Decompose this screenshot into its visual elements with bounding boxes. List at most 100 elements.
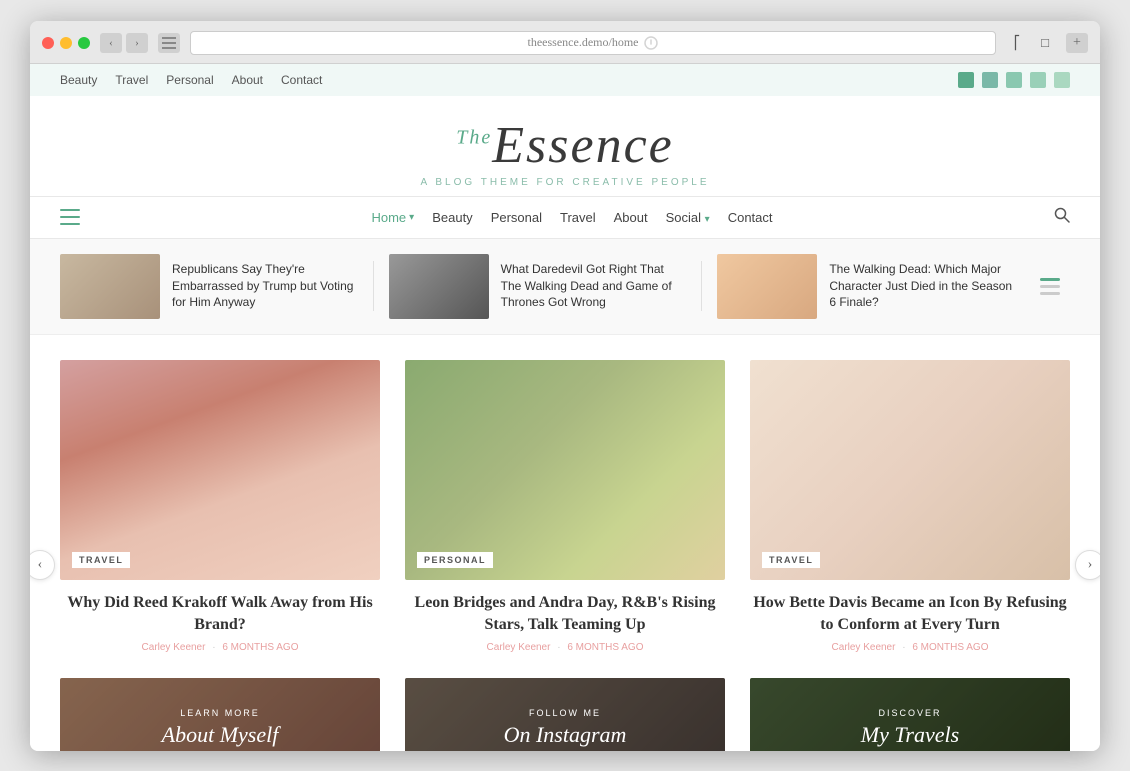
promo-card-3[interactable]: DISCOVER My Travels bbox=[750, 678, 1070, 750]
logo-title: TheEssence bbox=[30, 116, 1100, 175]
article-category-1: TRAVEL bbox=[72, 552, 130, 568]
nav-travel[interactable]: Travel bbox=[560, 210, 596, 225]
minimize-button[interactable] bbox=[60, 37, 72, 49]
nav-about[interactable]: About bbox=[614, 210, 648, 225]
main-nav: Home ▾ Beauty Personal Travel About Soci… bbox=[30, 196, 1100, 239]
back-button[interactable]: ‹ bbox=[100, 33, 122, 53]
browser-actions: ⎡ □ bbox=[1006, 33, 1056, 53]
article-time-3: 6 MONTHS AGO bbox=[912, 642, 988, 653]
address-text: theessence.demo/home bbox=[528, 35, 639, 50]
featured-text-1: Republicans Say They're Embarrassed by T… bbox=[172, 261, 358, 311]
slider-dot[interactable] bbox=[1040, 285, 1060, 288]
article-category-2: PERSONAL bbox=[417, 552, 493, 568]
promo-label-1: LEARN MORE bbox=[180, 708, 260, 718]
promo-card-1[interactable]: LEARN MORE About Myself bbox=[60, 678, 380, 750]
nav-home-label: Home bbox=[371, 210, 406, 225]
sidebar-button[interactable] bbox=[158, 33, 180, 53]
social-icons bbox=[958, 72, 1070, 88]
top-nav-links: Beauty Travel Personal About Contact bbox=[60, 73, 322, 87]
slider-dot-active[interactable] bbox=[1040, 278, 1060, 281]
hamburger-line bbox=[60, 209, 80, 211]
article-card-3[interactable]: TRAVEL How Bette Davis Became an Icon By… bbox=[750, 360, 1070, 654]
nav-personal[interactable]: Personal bbox=[491, 210, 542, 225]
dot-separator: · bbox=[557, 642, 563, 653]
top-nav-contact[interactable]: Contact bbox=[281, 73, 322, 87]
promo-label-3: DISCOVER bbox=[878, 708, 941, 718]
main-nav-left bbox=[60, 209, 90, 225]
article-card-1[interactable]: TRAVEL Why Did Reed Krakoff Walk Away fr… bbox=[60, 360, 380, 654]
article-meta-1: Carley Keener · 6 MONTHS AGO bbox=[60, 642, 380, 653]
featured-item-1[interactable]: Republicans Say They're Embarrassed by T… bbox=[60, 254, 358, 319]
nav-social-label: Social bbox=[666, 210, 701, 225]
twitter-icon[interactable] bbox=[958, 72, 974, 88]
promo-title-3: My Travels bbox=[861, 722, 959, 748]
nav-arrows: ‹ › bbox=[100, 33, 148, 53]
top-nav: Beauty Travel Personal About Contact bbox=[30, 64, 1100, 96]
chevron-down-icon: ▾ bbox=[705, 214, 710, 225]
logo-tagline: A BLOG THEME FOR CREATIVE PEOPLE bbox=[30, 177, 1100, 188]
featured-title-2: What Daredevil Got Right That The Walkin… bbox=[501, 261, 687, 311]
featured-item-3[interactable]: The Walking Dead: Which Major Character … bbox=[717, 254, 1015, 319]
close-button[interactable] bbox=[42, 37, 54, 49]
article-title-1: Why Did Reed Krakoff Walk Away from His … bbox=[60, 592, 380, 637]
slider-dot[interactable] bbox=[1040, 292, 1060, 295]
article-author-2: Carley Keener bbox=[487, 642, 551, 653]
article-card-2[interactable]: PERSONAL Leon Bridges and Andra Day, R&B… bbox=[405, 360, 725, 654]
search-icon[interactable] bbox=[1054, 207, 1070, 228]
logo-the: The bbox=[456, 126, 492, 148]
next-arrow[interactable]: › bbox=[1075, 550, 1100, 580]
promo-title-1: About Myself bbox=[162, 722, 279, 748]
nav-beauty[interactable]: Beauty bbox=[432, 210, 472, 225]
top-nav-travel[interactable]: Travel bbox=[115, 73, 148, 87]
website-content: Beauty Travel Personal About Contact The… bbox=[30, 64, 1100, 751]
promo-grid: LEARN MORE About Myself FOLLOW ME On Ins… bbox=[60, 678, 1070, 750]
featured-text-2: What Daredevil Got Right That The Walkin… bbox=[501, 261, 687, 311]
article-section: ‹ TRAVEL Why Did Reed Krakoff Walk Away … bbox=[30, 335, 1100, 679]
article-title-3: How Bette Davis Became an Icon By Refusi… bbox=[750, 592, 1070, 637]
featured-item-2[interactable]: What Daredevil Got Right That The Walkin… bbox=[389, 254, 687, 319]
article-time-2: 6 MONTHS AGO bbox=[567, 642, 643, 653]
pinterest-icon[interactable] bbox=[1030, 72, 1046, 88]
promo-overlay-2: FOLLOW ME On Instagram bbox=[405, 678, 725, 750]
promo-card-2[interactable]: FOLLOW ME On Instagram bbox=[405, 678, 725, 750]
add-tab-button[interactable]: □ bbox=[1034, 33, 1056, 53]
featured-separator bbox=[701, 261, 702, 311]
maximize-button[interactable] bbox=[78, 37, 90, 49]
rss-icon[interactable] bbox=[1054, 72, 1070, 88]
nav-home[interactable]: Home ▾ bbox=[371, 210, 414, 225]
featured-slider: Republicans Say They're Embarrassed by T… bbox=[30, 239, 1100, 335]
share-button[interactable]: ⎡ bbox=[1006, 33, 1028, 53]
promo-overlay-3: DISCOVER My Travels bbox=[750, 678, 1070, 750]
article-category-3: TRAVEL bbox=[762, 552, 820, 568]
top-nav-personal[interactable]: Personal bbox=[166, 73, 213, 87]
nav-contact[interactable]: Contact bbox=[728, 210, 773, 225]
new-tab-button[interactable]: + bbox=[1066, 33, 1088, 53]
main-nav-links: Home ▾ Beauty Personal Travel About Soci… bbox=[371, 210, 772, 225]
article-img-wrap-3: TRAVEL bbox=[750, 360, 1070, 580]
promo-title-2: On Instagram bbox=[504, 722, 627, 748]
instagram-icon[interactable] bbox=[1006, 72, 1022, 88]
promo-overlay-1: LEARN MORE About Myself bbox=[60, 678, 380, 750]
facebook-icon[interactable] bbox=[982, 72, 998, 88]
prev-arrow[interactable]: ‹ bbox=[30, 550, 55, 580]
logo-area: TheEssence A BLOG THEME FOR CREATIVE PEO… bbox=[30, 96, 1100, 196]
top-nav-beauty[interactable]: Beauty bbox=[60, 73, 97, 87]
top-nav-about[interactable]: About bbox=[232, 73, 263, 87]
browser-window: ‹ › theessence.demo/home ⎡ □ + Beauty Tr… bbox=[30, 21, 1100, 751]
featured-separator bbox=[373, 261, 374, 311]
article-time-1: 6 MONTHS AGO bbox=[222, 642, 298, 653]
browser-chrome: ‹ › theessence.demo/home ⎡ □ + bbox=[30, 21, 1100, 64]
featured-title-3: The Walking Dead: Which Major Character … bbox=[829, 261, 1015, 311]
article-grid: TRAVEL Why Did Reed Krakoff Walk Away fr… bbox=[60, 360, 1070, 654]
featured-img-1 bbox=[60, 254, 160, 319]
hamburger-menu[interactable] bbox=[60, 209, 80, 225]
featured-img-3 bbox=[717, 254, 817, 319]
nav-social[interactable]: Social ▾ bbox=[666, 210, 710, 225]
traffic-lights bbox=[42, 37, 90, 49]
article-img-wrap-1: TRAVEL bbox=[60, 360, 380, 580]
forward-button[interactable]: › bbox=[126, 33, 148, 53]
address-bar[interactable]: theessence.demo/home bbox=[190, 31, 996, 55]
article-img-wrap-2: PERSONAL bbox=[405, 360, 725, 580]
promo-label-2: FOLLOW ME bbox=[529, 708, 601, 718]
article-author-1: Carley Keener bbox=[142, 642, 206, 653]
